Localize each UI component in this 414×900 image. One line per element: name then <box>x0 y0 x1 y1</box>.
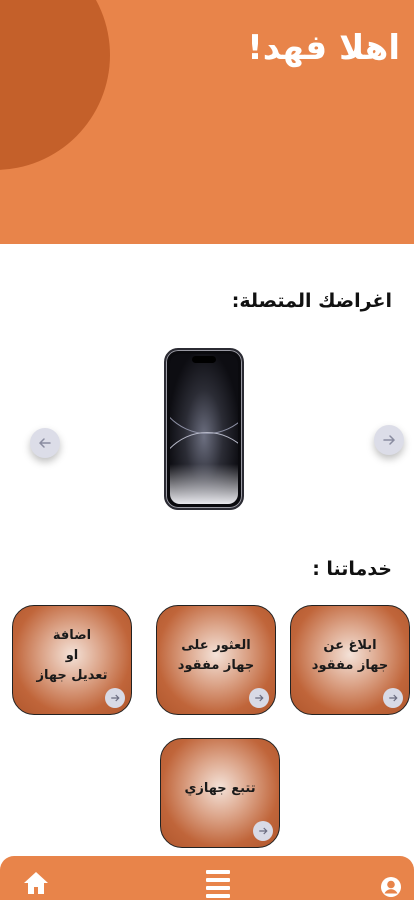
service-card-find-lost[interactable]: العثور على جهاز مفقود <box>156 605 276 715</box>
service-card-track-device[interactable]: تتبع جهازي <box>160 738 280 848</box>
bottom-nav <box>0 856 414 900</box>
header: اهلا فهد! <box>0 0 414 244</box>
service-card-label: تتبع جهازي <box>184 781 256 796</box>
service-card-report-lost[interactable]: ابلاغ عن جهاز مفقود <box>290 605 410 715</box>
phone-notch <box>192 356 216 363</box>
arrow-left-icon <box>38 438 51 448</box>
carousel-next-button[interactable] <box>374 425 404 455</box>
header-decoration <box>0 0 110 170</box>
service-card-label: اضافة او تعديل جهاز <box>36 628 108 683</box>
profile-icon[interactable] <box>380 876 402 900</box>
devices-title: اغراضك المتصلة: <box>231 290 392 312</box>
service-card-add-edit-device[interactable]: اضافة او تعديل جهاز <box>12 605 132 715</box>
arrow-right-icon <box>105 688 125 708</box>
service-card-label: ابلاغ عن جهاز مفقود <box>311 638 389 673</box>
arrow-right-icon <box>253 821 273 841</box>
device-image-phone[interactable] <box>164 348 244 510</box>
arrow-right-icon <box>383 688 403 708</box>
home-icon[interactable] <box>22 870 50 900</box>
arrow-right-icon <box>249 688 269 708</box>
service-card-label: العثور على جهاز مفقود <box>177 638 255 673</box>
carousel-prev-button[interactable] <box>30 428 60 458</box>
menu-icon[interactable] <box>205 868 231 900</box>
arrow-right-icon <box>383 435 396 445</box>
phone-screen <box>170 354 238 504</box>
services-title: خدماتنا : <box>312 558 392 580</box>
greeting-title: اهلا فهد! <box>247 28 400 68</box>
